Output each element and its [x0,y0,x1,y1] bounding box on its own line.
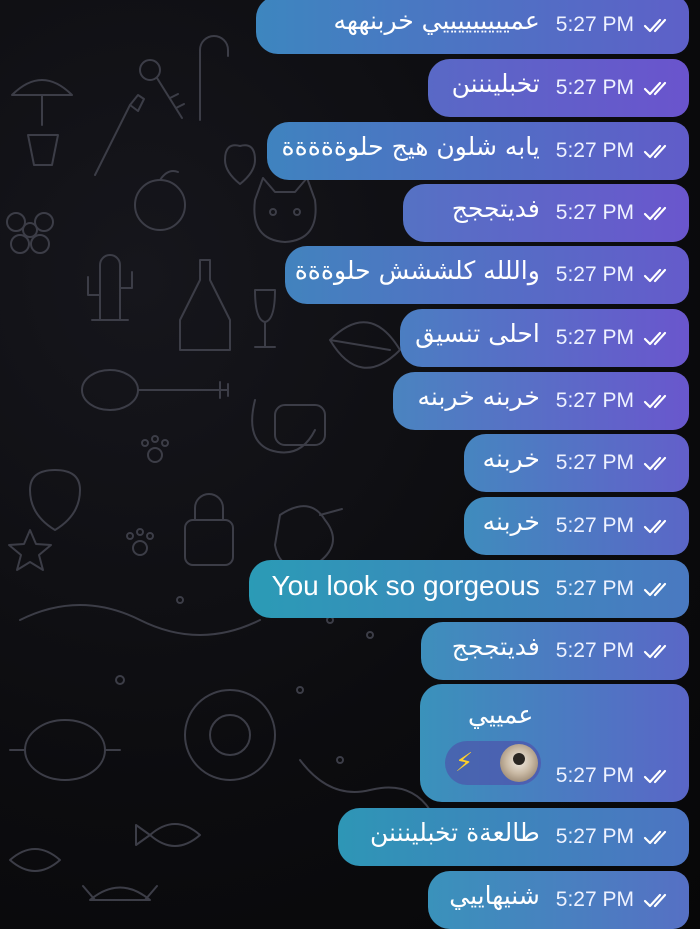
message-meta: 5:27 PM [556,389,673,413]
message-text: تخبلينننن [451,69,540,98]
message-time: 5:27 PM [555,139,634,162]
message-bubble[interactable]: خربنه خربنه 5:27 PM [393,372,689,430]
message-time: 5:27 PM [555,389,634,412]
reaction-chip[interactable]: ⚡ [445,741,541,785]
double-check-icon [643,331,667,346]
message-text: You look so gorgeous [271,570,540,601]
message-bubble[interactable]: شنيهاييي 5:27 PM [428,871,689,929]
message-bubble[interactable]: فديتججج 5:27 PM [421,622,689,680]
double-check-icon [643,644,667,659]
message-time: 5:27 PM [555,76,634,99]
double-check-icon [643,893,667,908]
double-check-icon [643,769,667,784]
message-meta: 5:27 PM [556,201,673,225]
message-meta: 5:27 PM [556,825,673,849]
double-check-icon [643,456,667,471]
message-list[interactable]: عميييييييييي خربنههه 5:27 PM تخبلينننن 5… [0,0,700,929]
message-bubble[interactable]: فديتججج 5:27 PM [403,184,689,242]
message-time: 5:27 PM [555,326,634,349]
message-time: 5:27 PM [555,201,634,224]
message-meta: 5:27 PM [556,451,673,475]
message-meta: 5:27 PM [556,764,673,788]
double-check-icon [643,144,667,159]
message-bubble[interactable]: طالعةة تخبلينننن 5:27 PM [338,808,689,866]
double-check-icon [643,206,667,221]
message-time: 5:27 PM [555,764,634,787]
message-meta: 5:27 PM [556,639,673,663]
message-text: يابه شلون هيج حلوةةةةة [281,132,540,161]
message-text: طالعةة تخبلينننن [370,818,540,847]
message-meta: 5:27 PM [556,13,673,37]
message-meta: 5:27 PM [556,888,673,912]
message-time: 5:27 PM [555,639,634,662]
message-meta: 5:27 PM [556,263,673,287]
message-bubble[interactable]: واللله كلششش حلوةةة 5:27 PM [285,246,689,304]
message-meta: 5:27 PM [556,577,673,601]
double-check-icon [643,81,667,96]
message-text: عميييييييييي خربنههه [333,6,540,35]
message-time: 5:27 PM [555,888,634,911]
message-meta: 5:27 PM [556,514,673,538]
message-text: احلى تنسيق [415,319,540,348]
message-bubble[interactable]: يابه شلون هيج حلوةةةةة 5:27 PM [267,122,689,180]
double-check-icon [643,18,667,33]
message-text: واللله كلششش حلوةةة [294,256,540,285]
message-time: 5:27 PM [555,514,634,537]
double-check-icon [643,830,667,845]
message-text: شنيهاييي [449,881,540,910]
message-text: فديتججج [451,194,540,223]
message-text: فديتججج [451,632,540,661]
message-meta: 5:27 PM [556,139,673,163]
message-bubble[interactable]: تخبلينننن 5:27 PM [428,59,689,117]
message-text: خربنه [482,507,540,536]
message-time: 5:27 PM [555,13,634,36]
double-check-icon [643,519,667,534]
message-bubble[interactable]: خربنه 5:27 PM [464,434,689,492]
double-check-icon [643,394,667,409]
lightning-bolt-icon: ⚡ [455,748,474,778]
message-text: خربنه [482,444,540,473]
message-time: 5:27 PM [555,825,634,848]
message-bubble[interactable]: خربنه 5:27 PM [464,497,689,555]
message-bubble[interactable]: عمييي ⚡ 5:27 PM [420,684,689,802]
avatar [500,744,538,782]
message-bubble[interactable]: احلى تنسيق 5:27 PM [400,309,689,367]
message-time: 5:27 PM [555,577,634,600]
message-time: 5:27 PM [555,263,634,286]
message-bubble[interactable]: You look so gorgeous 5:27 PM [249,560,689,618]
double-check-icon [643,582,667,597]
message-text: عمييي [468,700,534,729]
message-bubble[interactable]: عميييييييييي خربنههه 5:27 PM [256,0,689,54]
message-meta: 5:27 PM [556,76,673,100]
message-time: 5:27 PM [555,451,634,474]
message-meta: 5:27 PM [556,326,673,350]
message-text: خربنه خربنه [417,382,540,411]
double-check-icon [643,268,667,283]
